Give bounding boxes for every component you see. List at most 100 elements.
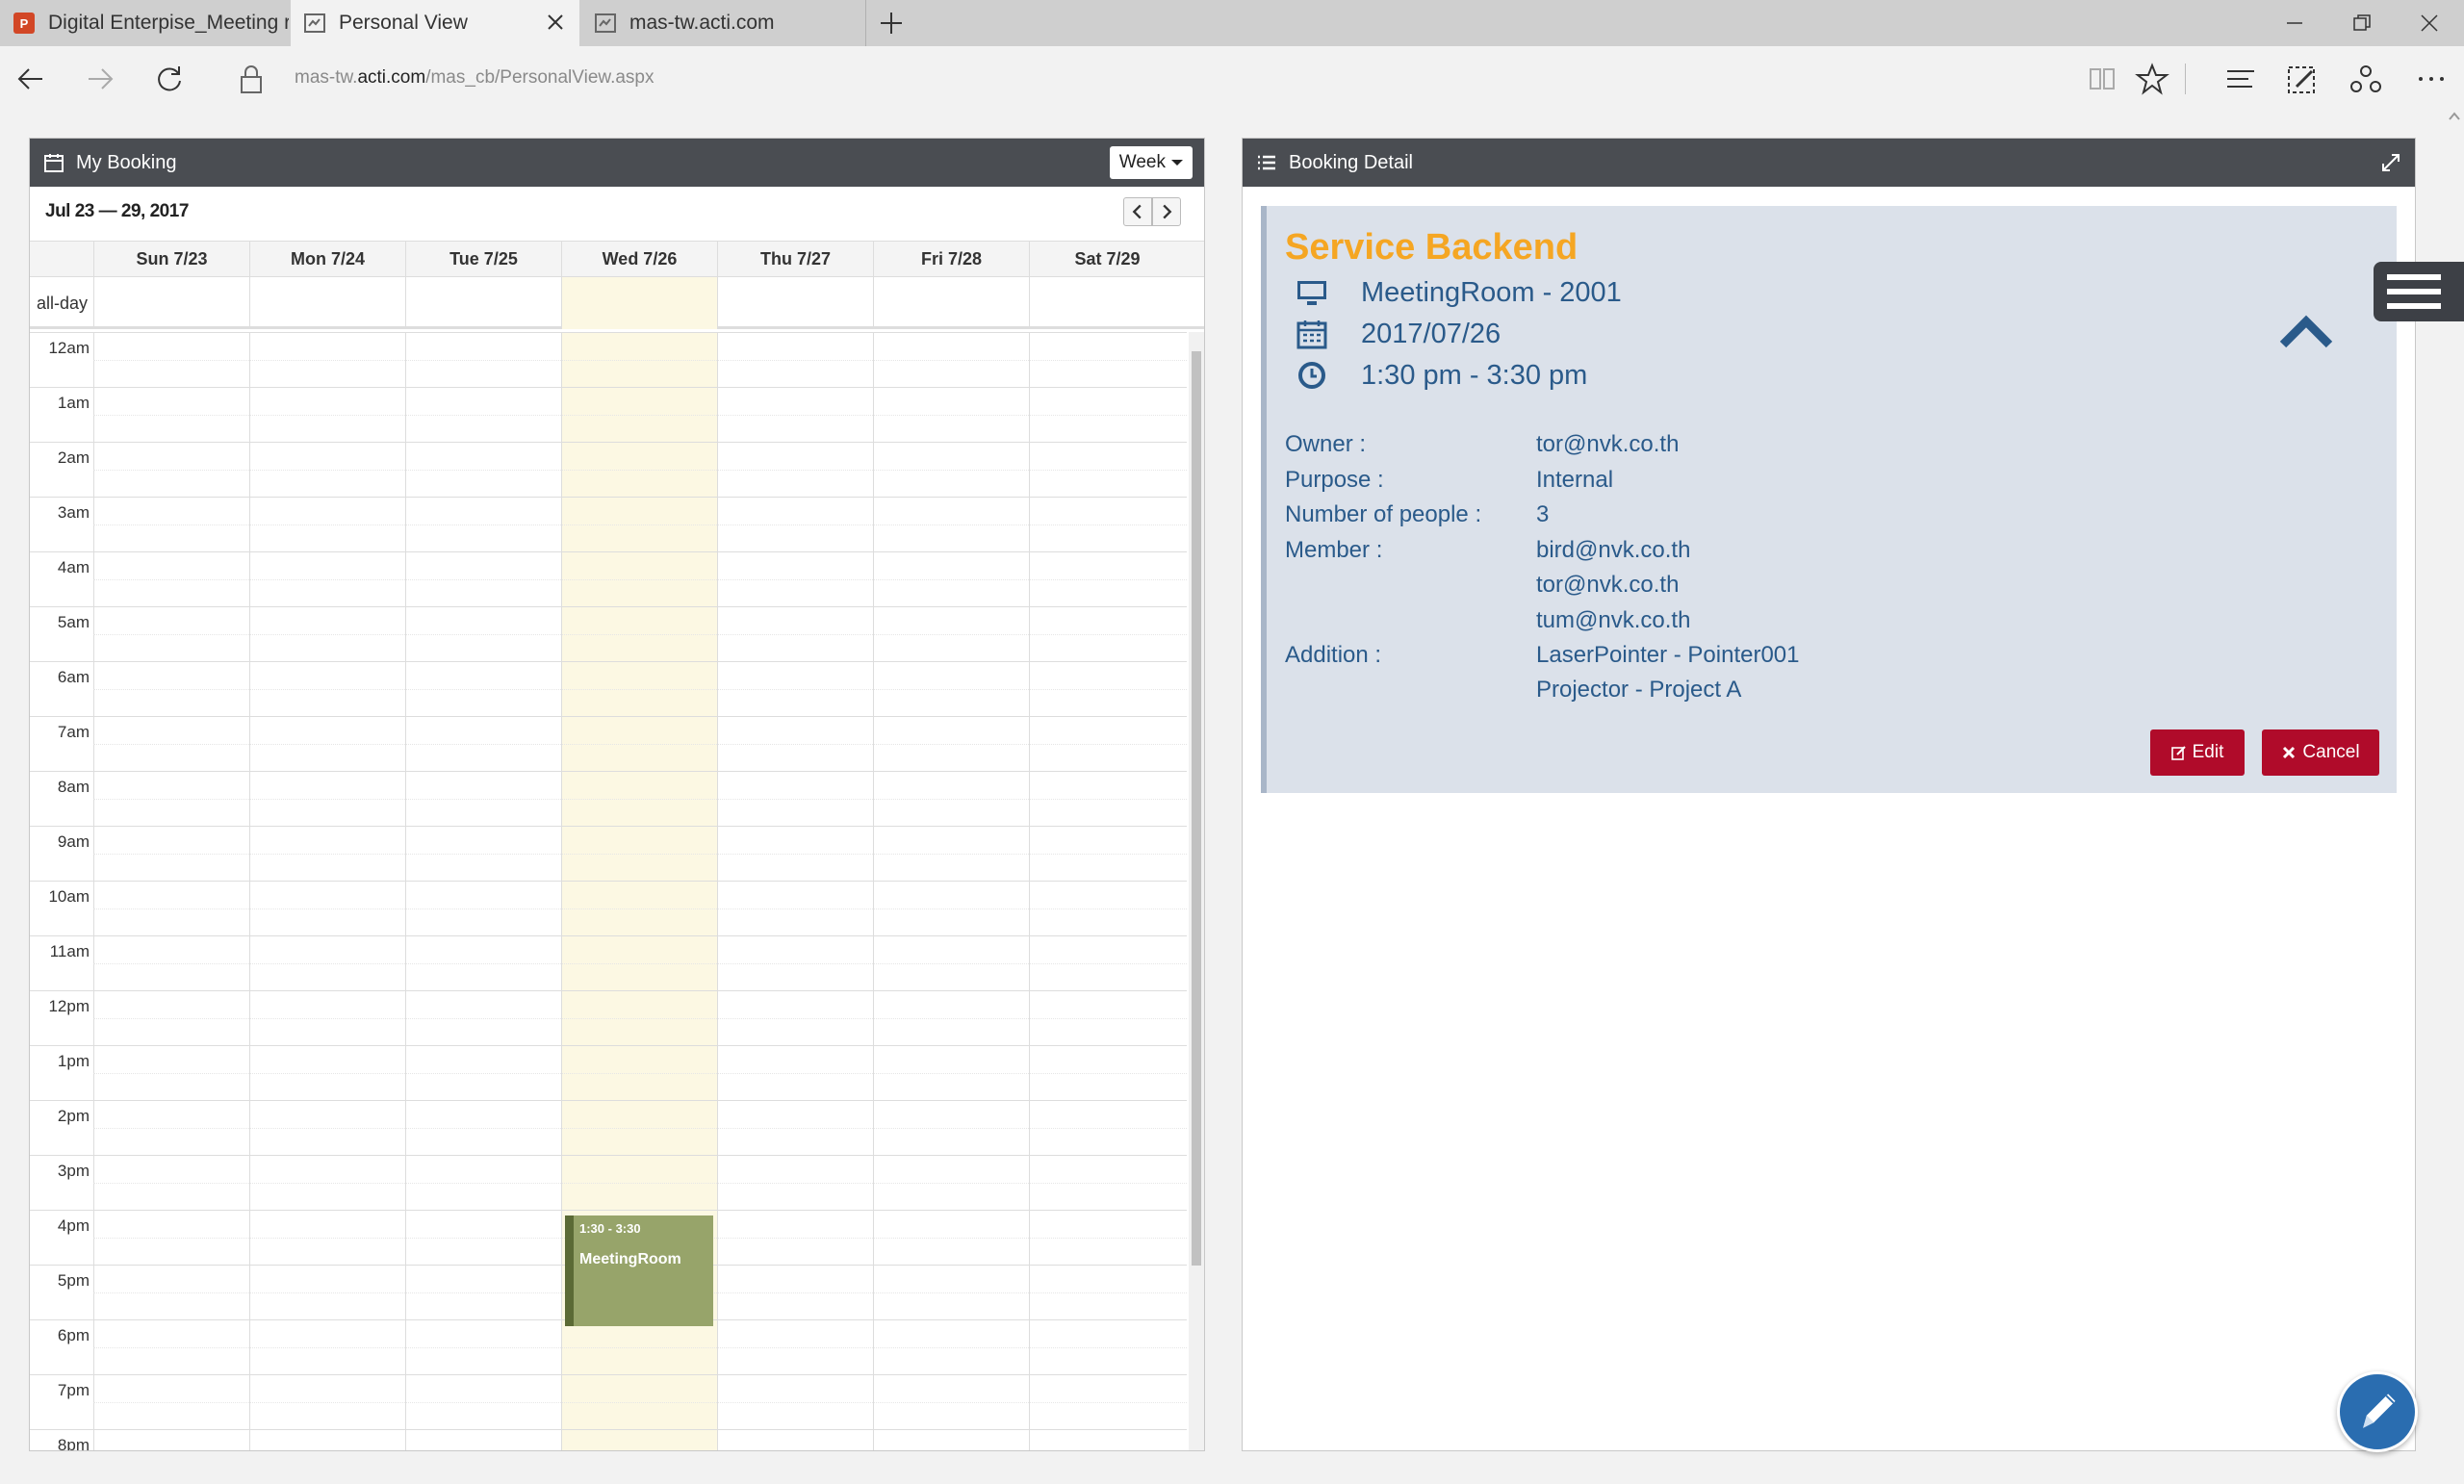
half-hour-line — [93, 1347, 1187, 1348]
hour-label: 3pm — [57, 1162, 90, 1180]
new-tab-icon[interactable] — [878, 10, 905, 37]
browser-tab-bar: P Digital Enterpise_Meeting re Personal … — [0, 0, 2464, 46]
day-header-row: Sun 7/23 Mon 7/24 Tue 7/25 Wed 7/26 Thu … — [30, 241, 1204, 277]
clock-icon — [1298, 362, 1325, 389]
hour-label: 1pm — [57, 1052, 90, 1070]
hour-label: 4pm — [57, 1216, 90, 1235]
hour-row: 6pm — [30, 1319, 1187, 1374]
restore-icon[interactable] — [2350, 12, 2374, 35]
hour-label: 7pm — [57, 1381, 90, 1399]
hour-row: 11am — [30, 935, 1187, 990]
hour-row: 8pm — [30, 1429, 1187, 1450]
expand-icon[interactable] — [2380, 152, 2401, 173]
calendar-scrollbar[interactable] — [1189, 332, 1204, 1450]
day-header: Mon 7/24 — [249, 242, 405, 276]
minimize-icon[interactable] — [2283, 12, 2306, 35]
svg-text:P: P — [20, 16, 29, 31]
addition-value: LaserPointer - Pointer001 — [1536, 642, 1800, 668]
member-value: tum@nvk.co.th — [1536, 607, 1691, 633]
hub-icon[interactable] — [2223, 62, 2258, 96]
hamburger-menu-icon[interactable] — [2374, 262, 2464, 321]
edit-icon — [2170, 746, 2186, 760]
favorite-star-icon[interactable] — [2135, 62, 2169, 96]
panel-title: My Booking — [76, 151, 177, 173]
day-header: Thu 7/27 — [717, 242, 873, 276]
member-value: tor@nvk.co.th — [1536, 572, 1680, 598]
hour-label: 12pm — [48, 997, 90, 1015]
page-icon — [595, 13, 616, 33]
close-window-icon[interactable] — [2418, 12, 2441, 35]
cancel-button[interactable]: Cancel — [2262, 729, 2379, 776]
calendar-icon — [44, 154, 64, 172]
addition-label: Addition : — [1285, 642, 1382, 668]
day-header: Sun 7/23 — [93, 242, 249, 276]
hour-label: 4am — [57, 558, 90, 576]
more-icon[interactable] — [2414, 62, 2449, 96]
scrollbar-thumb[interactable] — [1192, 351, 1201, 1266]
calendar-icon — [1296, 320, 1327, 349]
hour-row: 8am — [30, 771, 1187, 826]
url-prefix: mas-tw. — [295, 67, 358, 88]
hour-label: 8pm — [57, 1436, 90, 1450]
hour-label: 5am — [57, 613, 90, 631]
address-bar: mas-tw.acti.com/mas_cb/PersonalView.aspx — [0, 46, 2464, 112]
people-label: Number of people : — [1285, 501, 1482, 527]
view-label: Week — [1118, 152, 1166, 172]
owner-value: tor@nvk.co.th — [1536, 431, 1680, 457]
allday-cell[interactable] — [249, 277, 405, 329]
allday-cell[interactable] — [717, 277, 873, 329]
tab-mas-tw[interactable]: mas-tw.acti.com — [581, 0, 866, 46]
list-icon — [1258, 155, 1275, 170]
hour-label: 2pm — [57, 1107, 90, 1125]
hour-row: 12am — [30, 332, 1187, 387]
web-note-icon[interactable] — [2285, 62, 2320, 96]
allday-label: all-day — [36, 294, 88, 313]
edit-button[interactable]: Edit — [2150, 729, 2245, 776]
tab-label: Digital Enterpise_Meeting re — [48, 12, 289, 34]
allday-cell[interactable] — [405, 277, 561, 329]
allday-cell[interactable] — [93, 277, 249, 329]
purpose-value: Internal — [1536, 467, 1614, 493]
allday-cell-today[interactable] — [561, 277, 717, 329]
close-tab-icon[interactable] — [545, 12, 566, 33]
close-icon — [2283, 746, 2296, 759]
reading-view-icon[interactable] — [2085, 62, 2119, 96]
chevron-down-icon — [1171, 160, 1183, 166]
hour-row: 2pm — [30, 1100, 1187, 1155]
half-hour-line — [93, 634, 1187, 635]
hour-row: 6am — [30, 661, 1187, 716]
hour-row: 7pm — [30, 1374, 1187, 1429]
back-icon[interactable] — [13, 62, 48, 96]
booking-date: 2017/07/26 — [1361, 318, 1502, 349]
forward-icon[interactable] — [83, 62, 117, 96]
prev-week-button[interactable] — [1123, 197, 1152, 226]
next-week-button[interactable] — [1152, 197, 1181, 226]
url-path: /mas_cb/PersonalView.aspx — [425, 67, 654, 88]
hour-row: 4am — [30, 551, 1187, 606]
half-hour-line — [93, 1183, 1187, 1184]
allday-cell[interactable] — [873, 277, 1029, 329]
tab-digital-enterprise[interactable]: P Digital Enterpise_Meeting re — [0, 0, 289, 46]
tab-label: Personal View — [339, 12, 468, 34]
half-hour-line — [93, 1128, 1187, 1129]
allday-cell[interactable] — [1029, 277, 1185, 329]
share-icon[interactable] — [2348, 62, 2383, 96]
chevron-up-icon[interactable] — [2277, 312, 2335, 350]
refresh-icon[interactable] — [152, 62, 187, 96]
url-field[interactable]: mas-tw.acti.com/mas_cb/PersonalView.aspx — [295, 67, 654, 89]
booking-detail-card: Service Backend MeetingRoom - 2001 2017/… — [1261, 206, 2397, 793]
hour-row: 5am — [30, 606, 1187, 661]
hour-label: 1am — [57, 394, 90, 412]
hour-row: 10am — [30, 881, 1187, 935]
view-dropdown[interactable]: Week — [1109, 146, 1193, 179]
calendar-event[interactable]: 1:30 - 3:30 MeetingRoom — [565, 1215, 713, 1326]
hour-label: 12am — [48, 339, 90, 357]
hour-label: 11am — [49, 942, 90, 960]
half-hour-line — [93, 1018, 1187, 1019]
page-icon — [304, 13, 325, 33]
tab-personal-view[interactable]: Personal View — [291, 0, 579, 46]
pencil-icon[interactable] — [2337, 1371, 2418, 1452]
time-grid[interactable]: 12am 1am 2am 3am 4am 5am 6am 7am 8am 9am… — [30, 332, 1187, 1450]
my-booking-header: My Booking Week — [30, 139, 1204, 187]
half-hour-line — [93, 470, 1187, 471]
